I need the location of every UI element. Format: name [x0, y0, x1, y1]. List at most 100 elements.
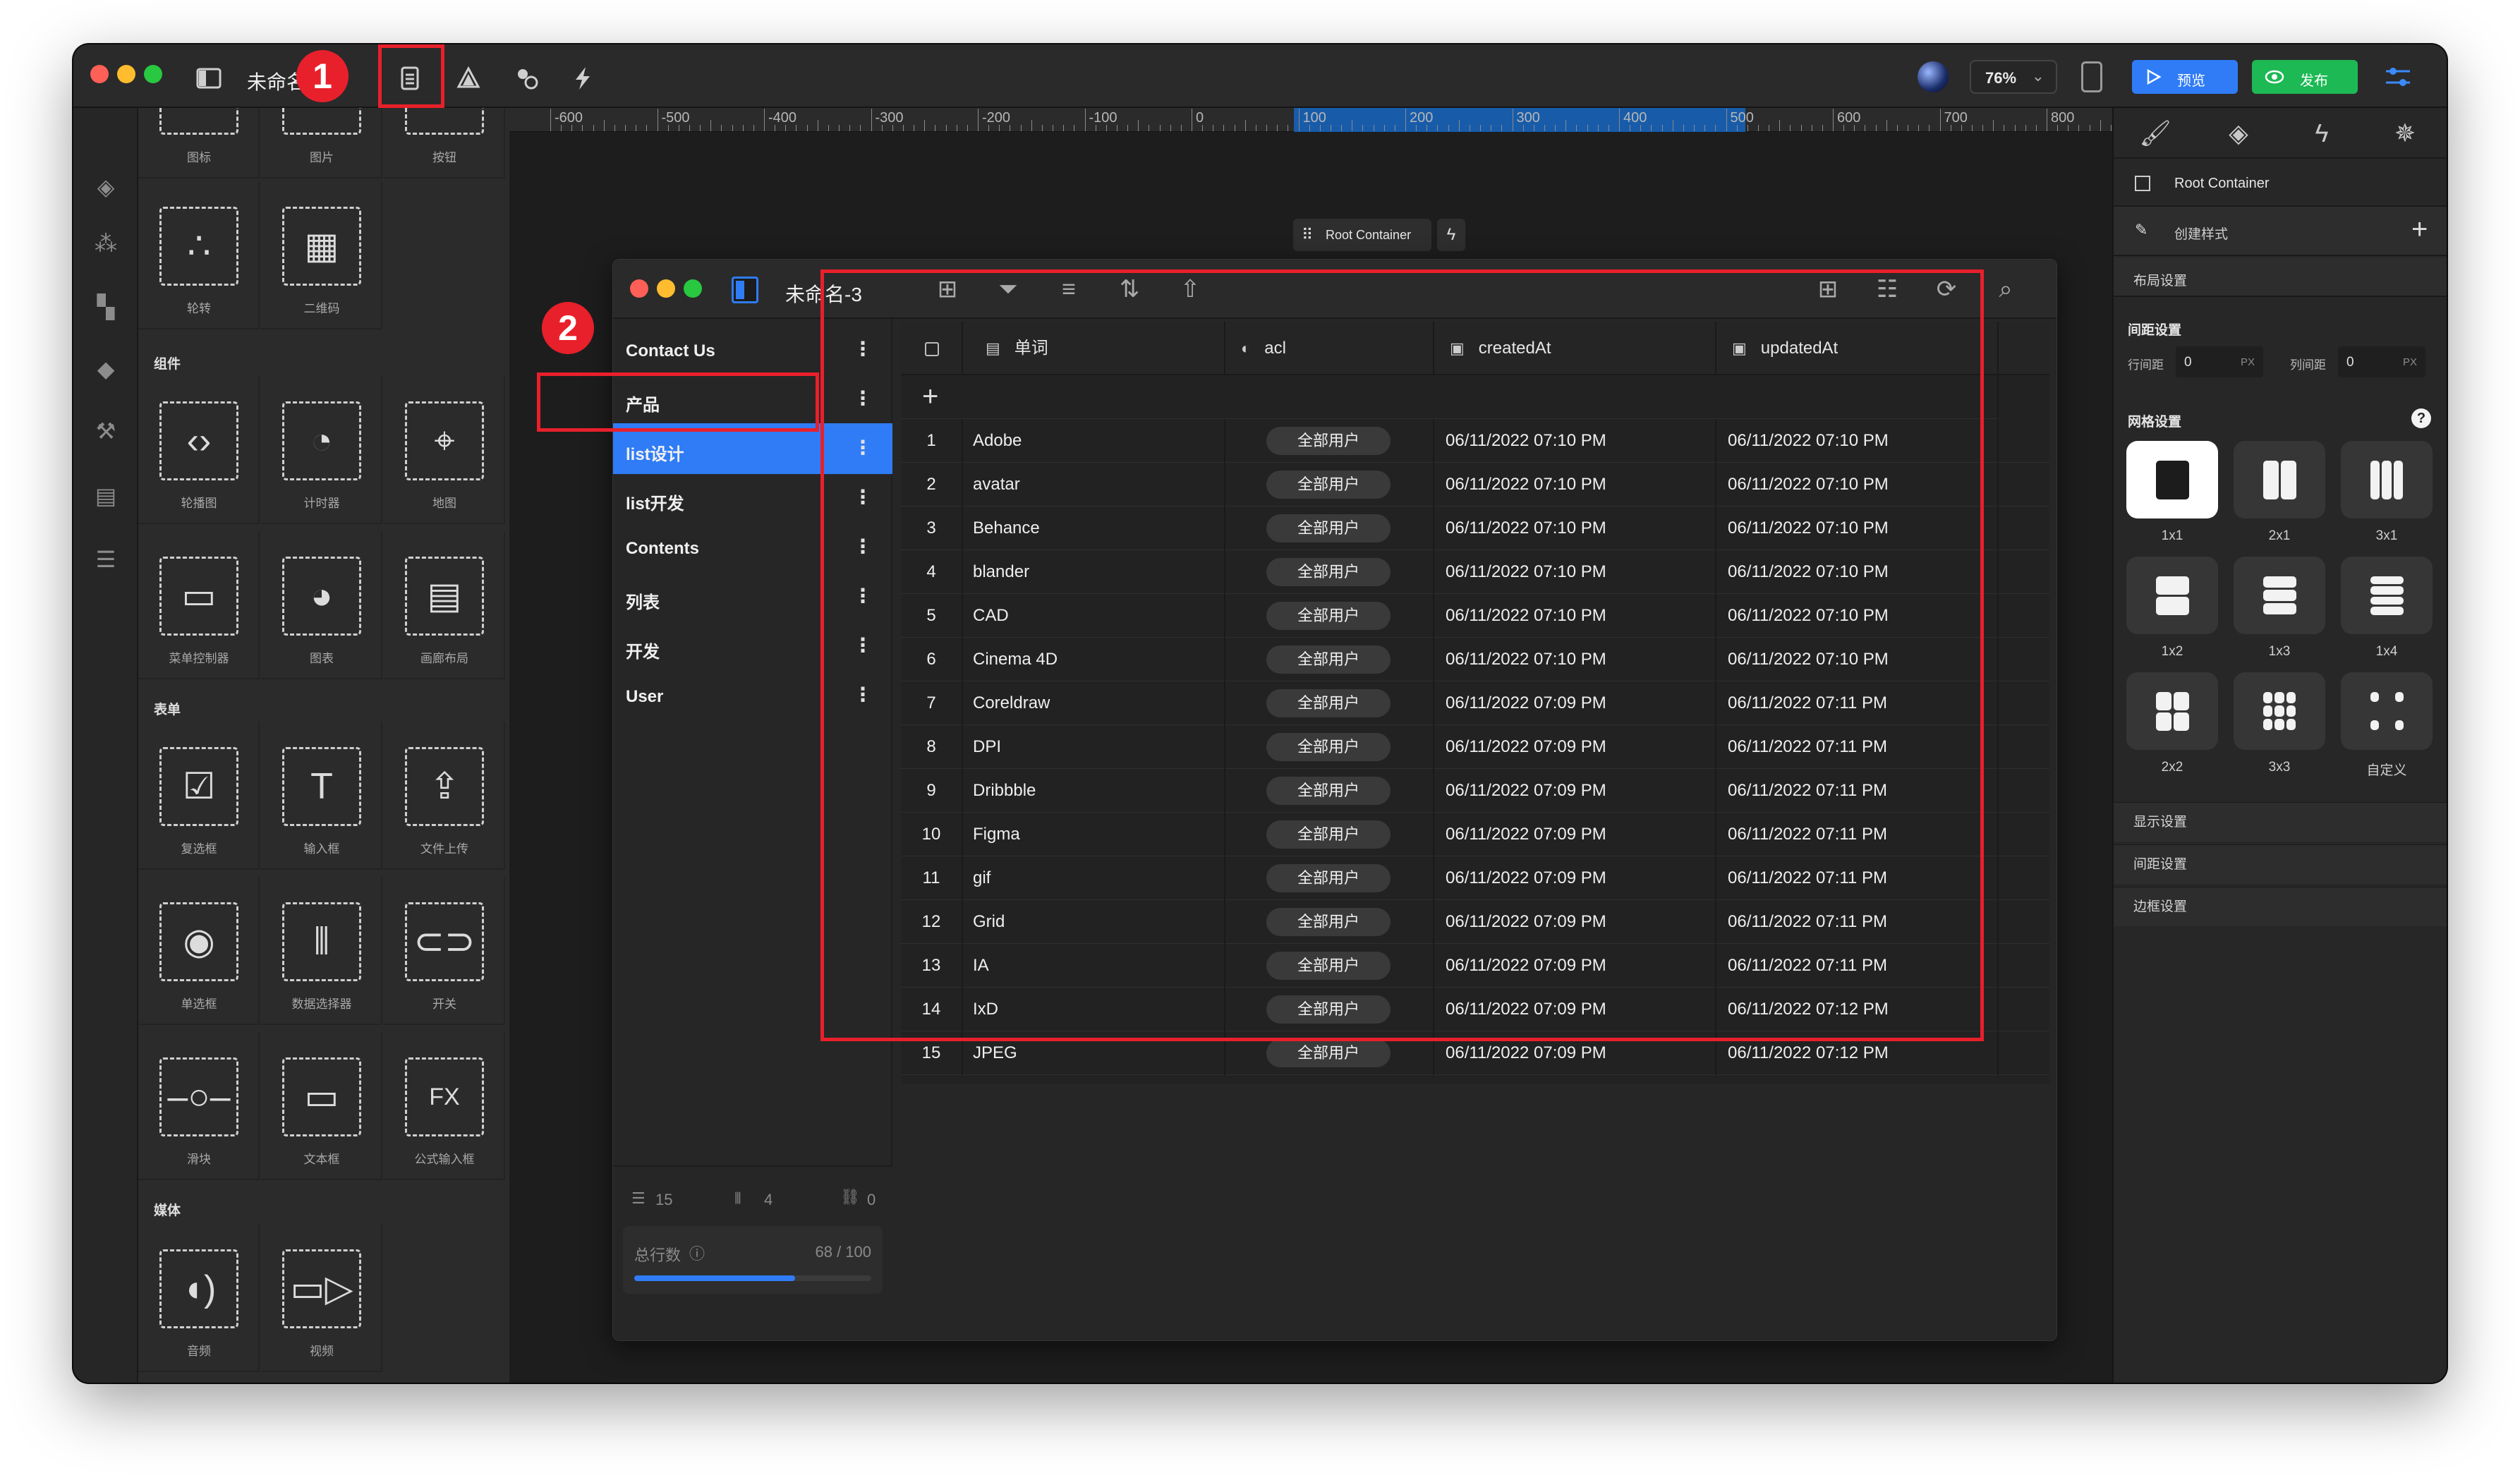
add-column-header[interactable] — [1999, 322, 2049, 375]
maximize-data-window-button[interactable] — [684, 279, 702, 298]
publish-button[interactable]: 发布 — [2252, 60, 2358, 94]
device-preview-icon[interactable] — [2081, 61, 2102, 92]
component-tile[interactable]: ☑ 复选框 — [138, 722, 260, 870]
hammer-icon[interactable]: ⚒ — [92, 417, 120, 445]
close-data-window-button[interactable] — [630, 279, 648, 298]
inspector-section-header[interactable]: 显示设置 — [2114, 802, 2447, 842]
user-avatar[interactable] — [1918, 61, 1949, 92]
minimize-data-window-button[interactable] — [657, 279, 675, 298]
ruler-minor-tick — [1383, 125, 1385, 131]
grid-cell-shape — [2155, 691, 2171, 710]
preview-button[interactable]: 预览 — [2132, 60, 2238, 94]
component-tile[interactable]: ⊂⊃ 开关 — [384, 877, 505, 1025]
grid-option-button[interactable] — [2341, 557, 2433, 634]
list-icon[interactable]: ☰ — [92, 545, 120, 574]
root-bolt-button[interactable]: ϟ — [1437, 219, 1465, 251]
tab-debug[interactable]: ✵ — [2363, 108, 2447, 159]
grid-option-button[interactable] — [2234, 672, 2325, 750]
ruler-minor-tick — [1266, 125, 1268, 131]
rows-count: 15 — [655, 1191, 673, 1208]
component-tile[interactable]: ◉ 单选框 — [138, 877, 260, 1025]
component-tile[interactable]: ▭ 图片 — [261, 108, 382, 178]
maximize-window-button[interactable] — [144, 65, 162, 83]
grid-option-button[interactable] — [2341, 672, 2433, 750]
table-name: list开发 — [626, 495, 684, 514]
tab-components[interactable]: ◈ — [2197, 108, 2280, 159]
layout-settings-header[interactable]: 布局设置 — [2114, 257, 2447, 297]
ruler-minor-tick — [1458, 120, 1460, 131]
lightning-icon: ϟ — [2315, 119, 2329, 147]
col-gap-input[interactable]: 0 PX — [2338, 346, 2425, 377]
grid-cell-shape — [2370, 586, 2404, 595]
grid-option-label: 1x3 — [2268, 644, 2291, 659]
close-window-button[interactable] — [90, 65, 109, 83]
formula-icon: FX — [405, 1057, 484, 1136]
container-checkbox[interactable] — [2135, 176, 2150, 191]
component-tile[interactable]: ⦀ 数据选择器 — [261, 877, 382, 1025]
grid-cell-shape — [2262, 589, 2296, 602]
component-tile[interactable]: ◠ 按钮 — [384, 108, 505, 178]
grid-option-button[interactable] — [2234, 557, 2325, 634]
ruler-major-tick — [1939, 109, 1941, 131]
component-tile[interactable]: ⌖ 地图 — [384, 376, 505, 524]
grid-option-button[interactable] — [2126, 557, 2218, 634]
ruler-label: -200 — [982, 110, 1011, 126]
pages-icon[interactable]: ▤ — [92, 482, 120, 510]
component-label: 轮播图 — [181, 497, 217, 510]
settings-sliders-icon[interactable] — [2383, 63, 2413, 91]
zoom-select[interactable]: 76% ⌄ — [1970, 60, 2057, 94]
component-tile[interactable]: FX 公式输入框 — [384, 1032, 505, 1180]
eye-icon — [2265, 70, 2284, 84]
component-tile[interactable]: ▤ 画廊布局 — [384, 531, 505, 679]
component-tile[interactable]: ▭ 菜单控制器 — [138, 531, 260, 679]
ruler-minor-tick — [849, 125, 851, 131]
ruler-label: 100 — [1302, 110, 1326, 126]
inspector-section-header[interactable]: 间距设置 — [2114, 844, 2447, 884]
ruler-minor-tick — [732, 125, 733, 131]
logic-nodes-icon[interactable] — [512, 64, 540, 92]
add-style-icon[interactable]: + — [2411, 214, 2428, 245]
row-gap-input[interactable]: 0 PX — [2176, 346, 2263, 377]
root-container-chip[interactable]: ⠿ Root Container — [1293, 219, 1431, 251]
automation-bolt-icon[interactable] — [569, 64, 597, 92]
component-tile[interactable]: ◔ 计时器 — [261, 376, 382, 524]
component-tile[interactable]: ⇪ 文件上传 — [384, 722, 505, 870]
component-tile[interactable]: –○– 滑块 — [138, 1032, 260, 1180]
acl-badge: 全部用户 — [1266, 1039, 1391, 1067]
grid-help-icon[interactable]: ? — [2411, 408, 2431, 428]
panel-toggle-icon[interactable] — [732, 277, 758, 303]
grid-option-label: 2x1 — [2268, 528, 2291, 543]
component-tile[interactable]: ∴ 轮转 — [138, 181, 260, 329]
component-tile[interactable]: ☆ 图标 — [138, 108, 260, 178]
search-rows-icon[interactable]: ⌕ — [1992, 275, 2020, 303]
tab-style[interactable]: 🖌 — [2114, 108, 2197, 159]
component-tile[interactable]: ◖) 音频 — [138, 1224, 260, 1372]
layers-icon[interactable]: ◆ — [92, 355, 120, 383]
ruler-minor-tick — [2025, 125, 2026, 131]
selected-component-row[interactable]: Root Container — [2114, 160, 2447, 207]
component-tile[interactable]: ‹› 轮播图 — [138, 376, 260, 524]
cube-icon[interactable]: ◈ — [92, 173, 120, 201]
component-tile[interactable]: ▭ 文本框 — [261, 1032, 382, 1180]
grid-option-button[interactable] — [2126, 672, 2218, 750]
minimize-window-button[interactable] — [117, 65, 135, 83]
component-tile[interactable]: ◕ 图表 — [261, 531, 382, 679]
create-style-row[interactable]: ✎ 创建样式 + — [2114, 207, 2447, 256]
sidebar-toggle-icon[interactable] — [195, 64, 223, 92]
inspector-section-header[interactable]: 边框设置 — [2114, 887, 2447, 926]
drive-icon[interactable] — [454, 64, 483, 92]
component-tile[interactable]: ▭▷ 视频 — [261, 1224, 382, 1372]
component-tile[interactable]: T 输入框 — [261, 722, 382, 870]
layout-blocks-icon[interactable]: ▚ — [92, 293, 120, 321]
ruler-minor-tick — [1063, 125, 1065, 131]
component-label: 图表 — [310, 652, 334, 665]
ruler-minor-tick — [753, 125, 754, 131]
grid-option-button[interactable] — [2341, 441, 2433, 518]
annotation-box-data-grid — [820, 269, 1984, 1041]
grid-option-button[interactable] — [2126, 441, 2218, 518]
tab-events[interactable]: ϟ — [2280, 108, 2363, 159]
grid-option-button[interactable] — [2234, 441, 2325, 518]
ruler-minor-tick — [646, 125, 648, 131]
component-tile[interactable]: ▦ 二维码 — [261, 181, 382, 329]
components-icon[interactable]: ⁂ — [92, 229, 120, 257]
